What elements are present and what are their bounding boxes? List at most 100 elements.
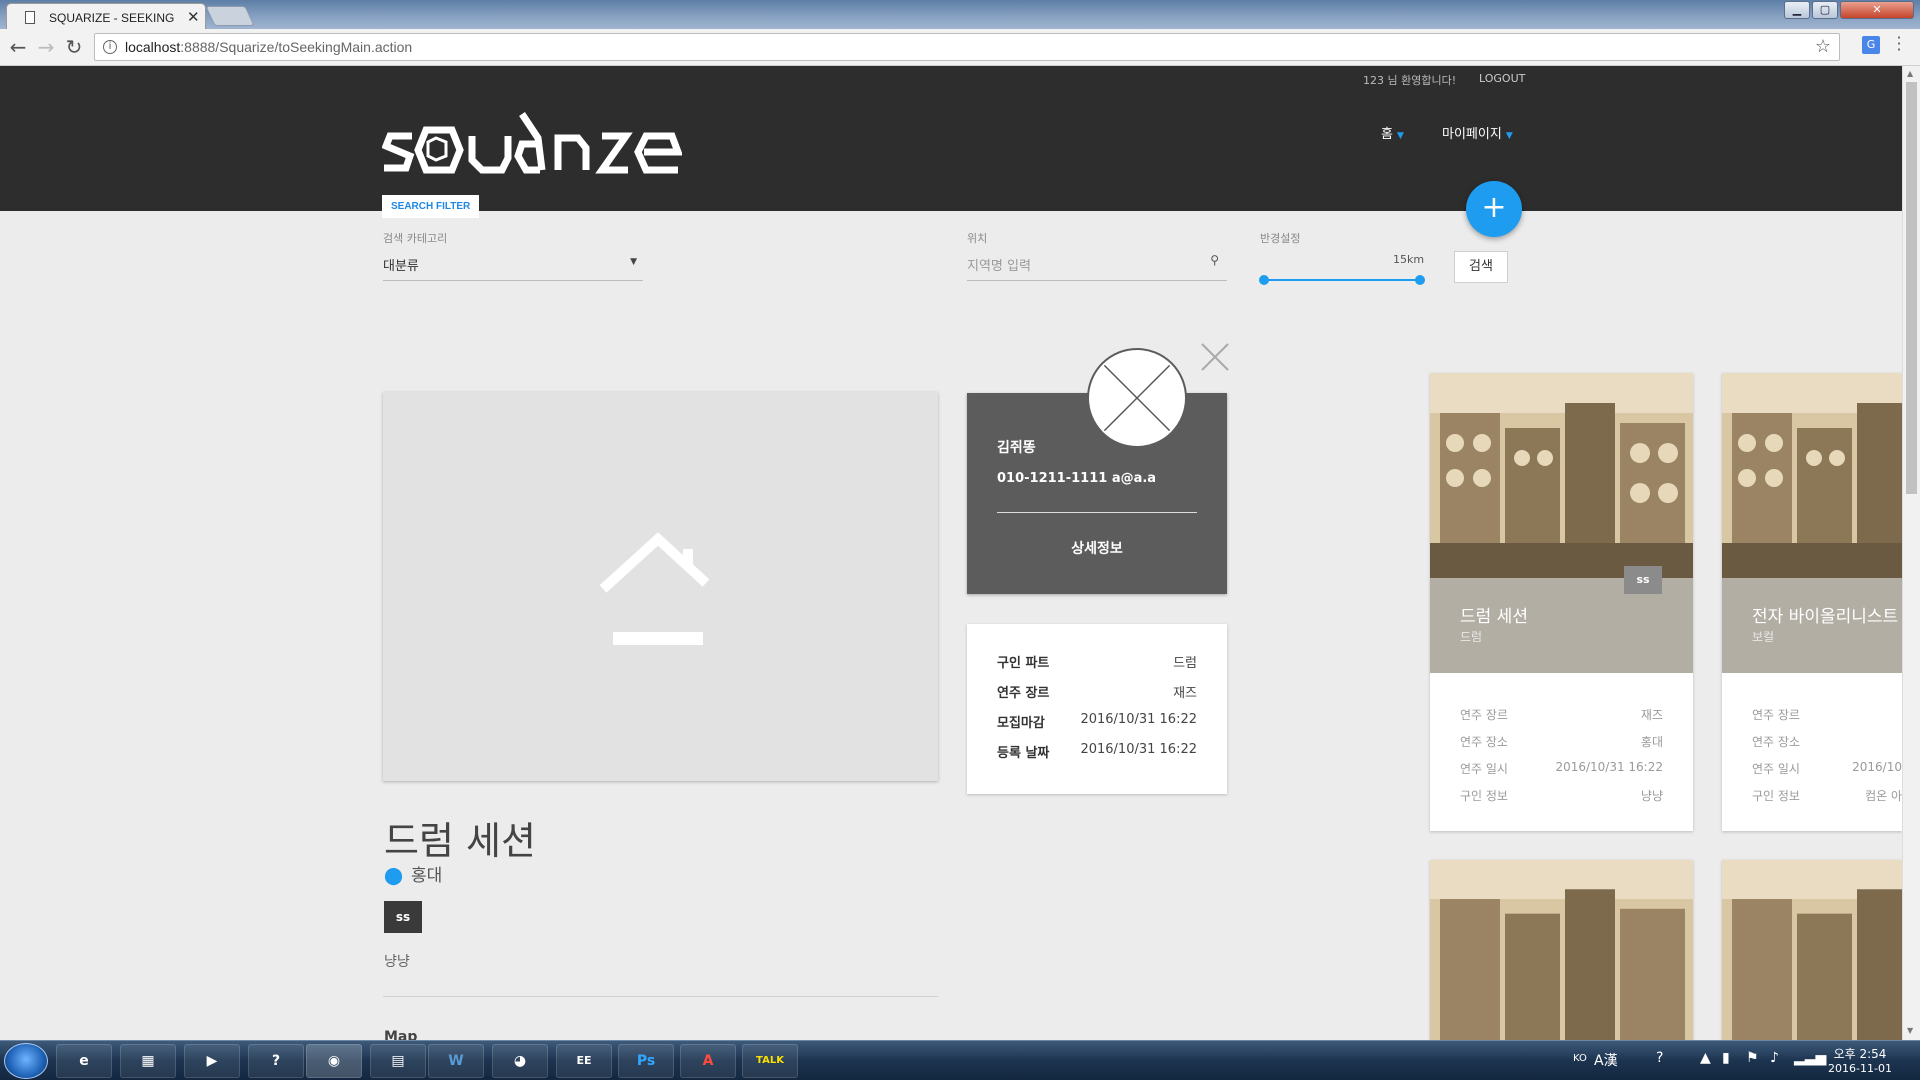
detail-title: 드럼 세션: [384, 819, 536, 863]
ie-icon[interactable]: e: [56, 1044, 112, 1078]
ime-icon[interactable]: A漢: [1594, 1050, 1618, 1070]
card-key: 구인 정보: [1460, 789, 1508, 803]
page-scrollbar[interactable]: ▲ ▼: [1902, 66, 1920, 1040]
nav-home[interactable]: 홈 ▼: [1381, 123, 1404, 142]
radius-slider-max-knob[interactable]: [1415, 275, 1425, 285]
card-key: 연주 장소: [1752, 735, 1800, 749]
add-post-button[interactable]: +: [1466, 181, 1522, 237]
close-detail-icon[interactable]: [1200, 342, 1230, 372]
folder-icon[interactable]: ▤: [370, 1044, 426, 1078]
card-value: 냥냥: [1640, 789, 1663, 803]
explorer-icon[interactable]: ▦: [120, 1044, 176, 1078]
listing-card[interactable]: 전자 바이올리니스트 보컬 연주 장르 연주 장소 연주 일시 2016/10 구…: [1722, 373, 1902, 831]
avatar-placeholder: [1087, 348, 1187, 448]
flag-icon[interactable]: ⚑: [1746, 1050, 1759, 1066]
scroll-thumb[interactable]: [1906, 82, 1917, 494]
nav-mypage[interactable]: 마이페이지 ▼: [1442, 123, 1513, 142]
url-host: localhost: [125, 39, 181, 55]
category-value: 대분류: [383, 259, 419, 274]
word-icon[interactable]: W: [428, 1044, 484, 1078]
battery-icon[interactable]: ▮: [1722, 1050, 1730, 1066]
card-row: 연주 장르 재즈: [1460, 706, 1663, 726]
listing-card[interactable]: [1722, 860, 1902, 1040]
card-row: 연주 장르: [1752, 706, 1902, 726]
radius-value: 15km: [1393, 253, 1425, 266]
github-icon[interactable]: ◕: [492, 1044, 548, 1078]
tab-close-icon[interactable]: ✕: [187, 8, 200, 26]
info-value: 재즈: [1173, 686, 1197, 701]
info-key: 구인 파트: [997, 656, 1050, 671]
media-player-icon[interactable]: ▶: [184, 1044, 240, 1078]
photoshop-icon[interactable]: Ps: [618, 1044, 674, 1078]
location-input[interactable]: 지역명 입력 ⚲: [967, 251, 1227, 281]
info-row: 모집마감 2016/10/31 16:22: [997, 712, 1197, 742]
bookmark-star-icon[interactable]: ☆: [1815, 36, 1831, 57]
amp-stack-image: [1722, 860, 1902, 1040]
info-row: 등록 날짜 2016/10/31 16:22: [997, 742, 1197, 772]
menu-icon[interactable]: · · ·: [1894, 30, 1904, 58]
detail-image-placeholder: [383, 392, 938, 781]
help-icon[interactable]: ?: [248, 1044, 304, 1078]
info-value: 드럼: [1173, 656, 1197, 671]
info-icon[interactable]: i: [103, 40, 117, 54]
reload-icon[interactable]: ↻: [62, 36, 86, 58]
radius-label: 반경설정: [1260, 232, 1301, 245]
listing-card[interactable]: ss 드럼 세션 드럼 연주 장르 재즈 연주 장소 홍대 연주 일시 2016/10…: [1430, 373, 1693, 831]
tab-active[interactable]: SQUARIZE - SEEKING ✕: [6, 3, 206, 30]
tray-language[interactable]: KO: [1573, 1053, 1587, 1064]
scroll-down-icon[interactable]: ▼: [1907, 1026, 1913, 1035]
card-title: 드럼 세션: [1460, 607, 1528, 627]
amp-stack-image: [1430, 373, 1693, 578]
detail-description: 냥냥: [384, 954, 410, 970]
info-row: 구인 파트 드럼: [997, 652, 1197, 682]
tab-strip: SQUARIZE - SEEKING ✕ ▁ ▢ ✕: [0, 0, 1920, 30]
caret-down-icon: ▼: [1505, 131, 1513, 141]
close-window-button[interactable]: ✕: [1840, 1, 1914, 19]
eclipse-icon[interactable]: EE: [556, 1044, 612, 1078]
radius-slider-track[interactable]: [1262, 279, 1420, 281]
profile-detail-link[interactable]: 상세정보: [967, 538, 1227, 558]
listing-card[interactable]: [1430, 860, 1693, 1040]
address-bar: ← → ↻ i localhost:8888/Squarize/toSeekin…: [0, 29, 1920, 66]
radius-slider-min-knob[interactable]: [1259, 275, 1269, 285]
card-row: 구인 정보 냥냥: [1460, 787, 1663, 807]
minimize-window-button[interactable]: ▁: [1784, 1, 1810, 19]
card-value: 컴온 아: [1865, 789, 1902, 803]
new-tab-button[interactable]: [205, 6, 255, 26]
start-button[interactable]: [4, 1043, 48, 1079]
location-pin-icon: ⬤: [384, 866, 404, 886]
detail-location-text: 홍대: [411, 866, 443, 886]
logout-link[interactable]: LOGOUT: [1479, 72, 1525, 85]
url-path: :8888/Squarize/toSeekingMain.action: [180, 39, 413, 55]
info-key: 등록 날짜: [997, 746, 1050, 761]
card-subtitle: 드럼: [1460, 630, 1483, 644]
card-row: 구인 정보 컴온 아: [1752, 787, 1902, 807]
url-field[interactable]: i localhost:8888/Squarize/toSeekingMain.…: [94, 33, 1840, 61]
tray-time[interactable]: 오후 2:54: [1830, 1045, 1890, 1062]
category-underline: [383, 280, 643, 281]
search-filter-tab[interactable]: SEARCH FILTER: [382, 195, 480, 218]
acrobat-icon[interactable]: A: [680, 1044, 736, 1078]
forward-icon[interactable]: →: [34, 36, 58, 58]
help-tray-icon[interactable]: ?: [1656, 1050, 1663, 1066]
info-value: 2016/10/31 16:22: [1080, 712, 1197, 727]
user-greeting: 123 님 환영합니다!: [1363, 74, 1457, 87]
card-title: 전자 바이올리니스트: [1752, 607, 1899, 627]
squarize-logo[interactable]: [382, 108, 682, 188]
nav-home-label: 홈: [1381, 127, 1393, 142]
search-button[interactable]: 검색: [1454, 251, 1508, 283]
card-row: 연주 일시 2016/10/31 16:22: [1460, 760, 1663, 780]
show-hidden-icons[interactable]: ▲: [1700, 1050, 1711, 1066]
card-key: 연주 장소: [1460, 735, 1508, 749]
translate-icon[interactable]: G: [1862, 36, 1880, 54]
maximize-window-button[interactable]: ▢: [1812, 1, 1838, 19]
kakaotalk-icon[interactable]: TALK: [742, 1044, 798, 1078]
dropdown-arrow-icon: ▼: [630, 257, 637, 267]
volume-icon[interactable]: ♪: [1770, 1050, 1779, 1066]
tray-date[interactable]: 2016-11-01: [1820, 1062, 1900, 1075]
card-value: 2016/10: [1852, 760, 1902, 774]
scroll-up-icon[interactable]: ▲: [1907, 69, 1913, 78]
chrome-icon[interactable]: ◉: [306, 1044, 362, 1078]
category-select[interactable]: 대분류 ▼: [383, 251, 643, 281]
back-icon[interactable]: ←: [6, 36, 30, 58]
